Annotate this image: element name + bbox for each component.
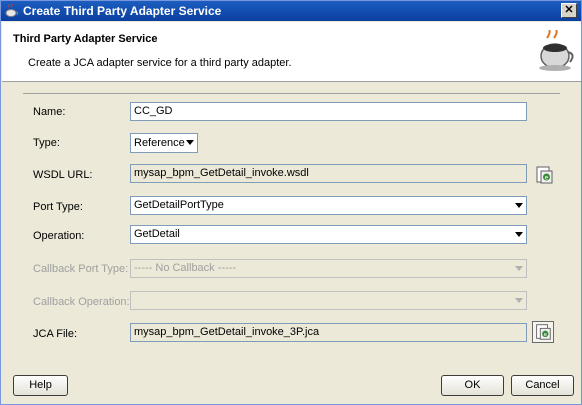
dialog-window: Create Third Party Adapter Service ✕ Thi… [0,0,582,405]
name-label: Name: [33,106,66,118]
help-button[interactable]: Help [13,375,68,396]
coffee-cup-icon [539,30,574,71]
operation-select[interactable]: GetDetail [130,225,527,244]
chevron-down-icon [515,203,523,208]
wsdl-url-field[interactable]: mysap_bpm_GetDetail_invoke.wsdl [130,164,527,183]
header-description: Create a JCA adapter service for a third… [28,57,292,69]
chevron-down-icon [186,140,194,145]
chevron-down-icon [515,266,523,271]
ok-button[interactable]: OK [441,375,504,396]
name-field[interactable]: CC_GD [130,102,527,121]
operation-label: Operation: [33,230,85,242]
port-type-select[interactable]: GetDetailPortType [130,196,527,215]
svg-text:e: e [545,175,549,182]
type-select-value: Reference [134,137,185,149]
coffee-cup-icon [5,4,19,17]
port-type-label: Port Type: [33,201,83,213]
chevron-down-icon [515,298,523,303]
browse-wsdl-icon[interactable]: e [534,165,554,185]
operation-value: GetDetail [134,228,180,240]
cancel-button[interactable]: Cancel [511,375,574,396]
callback-port-type-label: Callback Port Type: [33,263,129,275]
port-type-value: GetDetailPortType [134,199,224,211]
chevron-down-icon [515,232,523,237]
browse-jca-icon[interactable]: e [532,321,554,343]
wsdl-url-label: WSDL URL: [33,169,93,181]
window-title: Create Third Party Adapter Service [23,4,222,18]
callback-port-type-select: ----- No Callback ----- [130,259,527,278]
callback-port-type-value: ----- No Callback ----- [134,262,237,274]
callback-operation-label: Callback Operation: [33,296,130,308]
jca-file-label: JCA File: [33,328,78,340]
title-bar[interactable]: Create Third Party Adapter Service ✕ [1,1,581,21]
type-label: Type: [33,137,60,149]
callback-operation-select [130,291,527,310]
dialog-header: Third Party Adapter Service Create a JCA… [2,22,581,82]
header-title: Third Party Adapter Service [13,33,158,45]
close-button[interactable]: ✕ [561,3,577,18]
jca-file-field[interactable]: mysap_bpm_GetDetail_invoke_3P.jca [130,323,527,342]
type-select[interactable]: Reference [130,133,198,153]
